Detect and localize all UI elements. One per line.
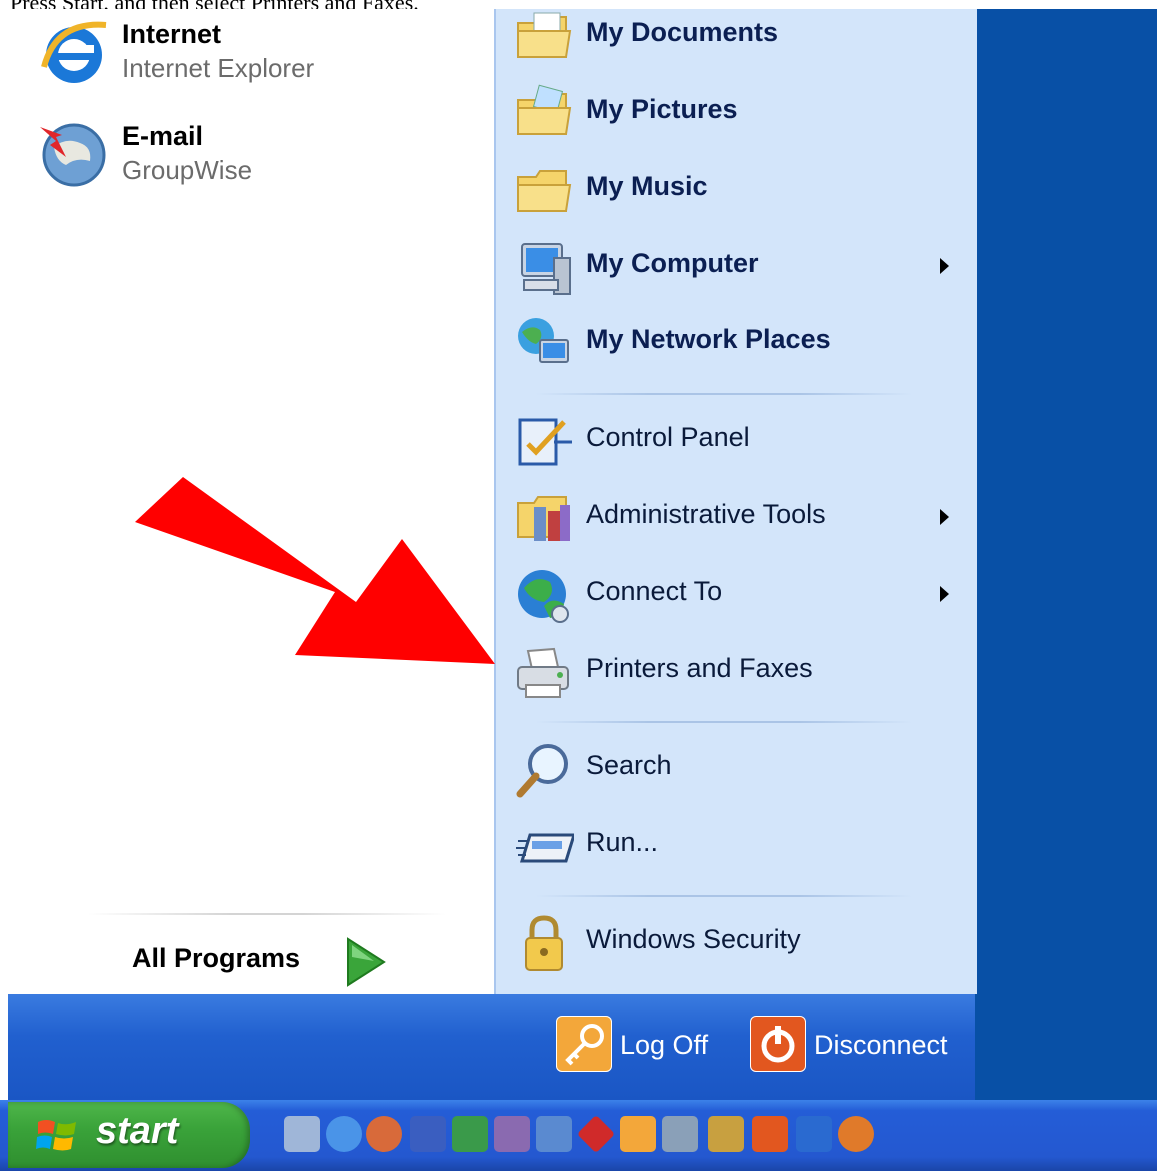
menu-windows-security[interactable]: Windows Security	[510, 910, 960, 974]
pinned-internet[interactable]: Internet Internet Explorer	[36, 15, 476, 101]
quicklaunch-media-icon[interactable]	[708, 1116, 744, 1152]
internet-explorer-icon	[41, 21, 107, 83]
disconnect-label: Disconnect	[814, 1030, 948, 1060]
menu-my-pictures-label: My Pictures	[586, 94, 738, 124]
menu-control-panel-label: Control Panel	[586, 422, 750, 452]
quicklaunch-groupwise-icon[interactable]	[366, 1116, 402, 1152]
menu-my-music-label: My Music	[586, 171, 708, 201]
menu-administrative-tools-label: Administrative Tools	[586, 499, 826, 529]
desktop-background	[975, 9, 1157, 1100]
start-button[interactable]: start	[8, 1102, 250, 1168]
right-separator-1	[536, 393, 912, 395]
menu-connect-to-label: Connect To	[586, 576, 723, 606]
my-pictures-icon	[517, 84, 572, 135]
menu-my-computer-label: My Computer	[586, 248, 759, 278]
menu-search-label: Search	[586, 750, 672, 780]
my-documents-icon	[517, 12, 572, 58]
pinned-internet-subtitle: Internet Explorer	[122, 53, 315, 83]
lock-icon	[525, 915, 563, 971]
menu-my-network-places[interactable]: My Network Places	[510, 310, 960, 374]
search-icon	[516, 744, 568, 798]
my-computer-icon	[521, 243, 571, 295]
start-menu-bottom-bar: Log Off Disconnect	[8, 994, 975, 1100]
menu-run[interactable]: Run...	[510, 813, 960, 877]
start-label: start	[96, 1110, 179, 1152]
menu-connect-to[interactable]: Connect To	[510, 562, 960, 626]
run-icon	[516, 833, 574, 863]
pinned-email[interactable]: E-mail GroupWise	[36, 117, 476, 203]
submenu-arrow-icon	[940, 509, 949, 525]
menu-printers-and-faxes-label: Printers and Faxes	[586, 653, 813, 683]
menu-my-computer[interactable]: My Computer	[510, 234, 960, 298]
menu-my-music[interactable]: My Music	[510, 157, 960, 221]
left-separator	[88, 913, 446, 915]
menu-my-network-places-label: My Network Places	[586, 324, 831, 354]
groupwise-icon	[40, 123, 106, 187]
menu-administrative-tools[interactable]: Administrative Tools	[510, 485, 960, 549]
menu-my-documents-label: My Documents	[586, 17, 779, 47]
quicklaunch-desktop-icon[interactable]	[284, 1116, 320, 1152]
quicklaunch-ie-icon[interactable]	[326, 1116, 362, 1152]
quicklaunch-firefox-icon[interactable]	[838, 1116, 874, 1152]
connect-to-icon	[518, 570, 569, 623]
quicklaunch-users-icon[interactable]	[796, 1116, 832, 1152]
quicklaunch-tool-icon[interactable]	[662, 1116, 698, 1152]
quicklaunch-diamond-icon[interactable]	[576, 1114, 616, 1154]
windows-logo-icon	[36, 1120, 76, 1151]
submenu-arrow-icon	[940, 258, 949, 274]
quicklaunch-excel-icon[interactable]	[452, 1116, 488, 1152]
printer-icon	[517, 647, 569, 698]
pinned-internet-title: Internet	[122, 19, 222, 49]
taskbar: start	[0, 1100, 1157, 1171]
pinned-email-title: E-mail	[122, 121, 204, 151]
start-menu-right-pane: My Documents My Pictures My Music My Com…	[494, 9, 977, 994]
power-icon	[750, 1016, 806, 1072]
admin-tools-icon	[517, 496, 570, 541]
submenu-arrow-icon	[940, 586, 949, 602]
control-panel-icon	[518, 418, 572, 466]
quicklaunch-word-icon[interactable]	[410, 1116, 446, 1152]
quicklaunch-app-icon[interactable]	[536, 1116, 572, 1152]
right-separator-2	[536, 721, 912, 723]
pinned-email-subtitle: GroupWise	[122, 155, 253, 185]
log-off-label: Log Off	[620, 1030, 709, 1060]
menu-my-pictures[interactable]: My Pictures	[510, 80, 960, 144]
my-music-icon	[517, 170, 572, 212]
key-icon	[556, 1016, 612, 1072]
green-arrow-icon	[347, 937, 386, 987]
all-programs-button[interactable]: All Programs	[132, 937, 432, 987]
right-separator-3	[536, 895, 912, 897]
disconnect-button[interactable]: Disconnect	[750, 1016, 960, 1076]
network-places-icon	[518, 318, 569, 363]
menu-run-label: Run...	[586, 827, 659, 857]
start-menu-left-pane: Internet Internet Explorer E-mail GroupW…	[8, 9, 494, 994]
quicklaunch-disconnect-icon[interactable]	[752, 1116, 788, 1152]
log-off-button[interactable]: Log Off	[556, 1016, 726, 1076]
menu-printers-and-faxes[interactable]: Printers and Faxes	[510, 639, 960, 703]
menu-windows-security-label: Windows Security	[586, 924, 801, 954]
quicklaunch-logoff-icon[interactable]	[620, 1116, 656, 1152]
menu-my-documents[interactable]: My Documents	[510, 3, 960, 67]
menu-search[interactable]: Search	[510, 736, 960, 800]
all-programs-label: All Programs	[132, 943, 301, 973]
quicklaunch-paint-icon[interactable]	[494, 1116, 530, 1152]
menu-control-panel[interactable]: Control Panel	[510, 408, 960, 472]
